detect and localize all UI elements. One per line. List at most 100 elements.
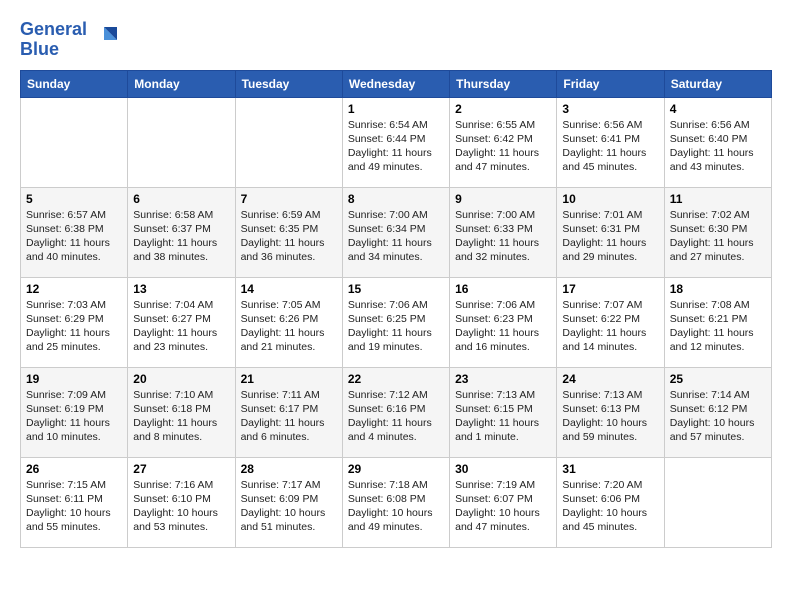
day-detail: Sunrise: 7:18 AM Sunset: 6:08 PM Dayligh… xyxy=(348,478,444,535)
week-row-2: 5Sunrise: 6:57 AM Sunset: 6:38 PM Daylig… xyxy=(21,187,772,277)
day-number: 24 xyxy=(562,372,658,386)
calendar-cell: 16 Sunrise: 7:06 AM Sunset: 6:23 PM Dayli… xyxy=(450,277,557,367)
day-detail: Sunrise: 7:14 AM Sunset: 6:12 PM Dayligh… xyxy=(670,388,766,445)
calendar-cell xyxy=(664,457,771,547)
day-number: 14 xyxy=(241,282,337,296)
calendar-cell: 31 Sunrise: 7:20 AM Sunset: 6:06 PM Dayli… xyxy=(557,457,664,547)
calendar-cell: 11 Sunrise: 7:02 AM Sunset: 6:30 PM Dayli… xyxy=(664,187,771,277)
day-header-saturday: Saturday xyxy=(664,70,771,97)
calendar-cell: 26 Sunrise: 7:15 AM Sunset: 6:11 PM Dayli… xyxy=(21,457,128,547)
day-detail: Sunrise: 6:54 AM Sunset: 6:44 PM Dayligh… xyxy=(348,118,444,175)
day-detail: Sunrise: 7:10 AM Sunset: 6:18 PM Dayligh… xyxy=(133,388,229,445)
calendar-cell: 28 Sunrise: 7:17 AM Sunset: 6:09 PM Dayli… xyxy=(235,457,342,547)
calendar-cell: 30 Sunrise: 7:19 AM Sunset: 6:07 PM Dayli… xyxy=(450,457,557,547)
day-number: 2 xyxy=(455,102,551,116)
day-detail: Sunrise: 7:19 AM Sunset: 6:07 PM Dayligh… xyxy=(455,478,551,535)
day-number: 30 xyxy=(455,462,551,476)
logo-text: GeneralBlue xyxy=(20,20,87,60)
day-number: 7 xyxy=(241,192,337,206)
day-detail: Sunrise: 7:16 AM Sunset: 6:10 PM Dayligh… xyxy=(133,478,229,535)
day-number: 13 xyxy=(133,282,229,296)
day-detail: Sunrise: 7:09 AM Sunset: 6:19 PM Dayligh… xyxy=(26,388,122,445)
header-row: SundayMondayTuesdayWednesdayThursdayFrid… xyxy=(21,70,772,97)
day-number: 19 xyxy=(26,372,122,386)
day-detail: Sunrise: 7:17 AM Sunset: 6:09 PM Dayligh… xyxy=(241,478,337,535)
day-detail: Sunrise: 7:01 AM Sunset: 6:31 PM Dayligh… xyxy=(562,208,658,265)
day-number: 8 xyxy=(348,192,444,206)
calendar-cell: 29 Sunrise: 7:18 AM Sunset: 6:08 PM Dayli… xyxy=(342,457,449,547)
day-detail: Sunrise: 7:06 AM Sunset: 6:25 PM Dayligh… xyxy=(348,298,444,355)
day-number: 29 xyxy=(348,462,444,476)
day-detail: Sunrise: 7:00 AM Sunset: 6:33 PM Dayligh… xyxy=(455,208,551,265)
day-detail: Sunrise: 7:12 AM Sunset: 6:16 PM Dayligh… xyxy=(348,388,444,445)
calendar-cell xyxy=(21,97,128,187)
calendar-table: SundayMondayTuesdayWednesdayThursdayFrid… xyxy=(20,70,772,548)
calendar-cell: 7 Sunrise: 6:59 AM Sunset: 6:35 PM Daylig… xyxy=(235,187,342,277)
calendar-cell: 21 Sunrise: 7:11 AM Sunset: 6:17 PM Dayli… xyxy=(235,367,342,457)
day-number: 4 xyxy=(670,102,766,116)
week-row-1: 1 Sunrise: 6:54 AM Sunset: 6:44 PM Daylig… xyxy=(21,97,772,187)
calendar-cell: 18Sunrise: 7:08 AM Sunset: 6:21 PM Dayli… xyxy=(664,277,771,367)
day-detail: Sunrise: 7:07 AM Sunset: 6:22 PM Dayligh… xyxy=(562,298,658,355)
calendar-cell: 20Sunrise: 7:10 AM Sunset: 6:18 PM Dayli… xyxy=(128,367,235,457)
day-header-friday: Friday xyxy=(557,70,664,97)
day-number: 23 xyxy=(455,372,551,386)
calendar-header: GeneralBlue xyxy=(20,20,772,60)
day-number: 11 xyxy=(670,192,766,206)
day-number: 10 xyxy=(562,192,658,206)
calendar-cell xyxy=(235,97,342,187)
day-number: 16 xyxy=(455,282,551,296)
calendar-cell: 22 Sunrise: 7:12 AM Sunset: 6:16 PM Dayli… xyxy=(342,367,449,457)
calendar-cell: 27 Sunrise: 7:16 AM Sunset: 6:10 PM Dayli… xyxy=(128,457,235,547)
calendar-cell: 13 Sunrise: 7:04 AM Sunset: 6:27 PM Dayli… xyxy=(128,277,235,367)
day-number: 22 xyxy=(348,372,444,386)
day-header-tuesday: Tuesday xyxy=(235,70,342,97)
day-number: 25 xyxy=(670,372,766,386)
calendar-cell: 10 Sunrise: 7:01 AM Sunset: 6:31 PM Dayli… xyxy=(557,187,664,277)
day-detail: Sunrise: 7:04 AM Sunset: 6:27 PM Dayligh… xyxy=(133,298,229,355)
day-header-sunday: Sunday xyxy=(21,70,128,97)
week-row-3: 12Sunrise: 7:03 AM Sunset: 6:29 PM Dayli… xyxy=(21,277,772,367)
calendar-cell: 19 Sunrise: 7:09 AM Sunset: 6:19 PM Dayli… xyxy=(21,367,128,457)
day-number: 5 xyxy=(26,192,122,206)
calendar-cell: 3Sunrise: 6:56 AM Sunset: 6:41 PM Daylig… xyxy=(557,97,664,187)
day-detail: Sunrise: 7:20 AM Sunset: 6:06 PM Dayligh… xyxy=(562,478,658,535)
calendar-cell: 2 Sunrise: 6:55 AM Sunset: 6:42 PM Daylig… xyxy=(450,97,557,187)
day-header-wednesday: Wednesday xyxy=(342,70,449,97)
day-detail: Sunrise: 7:00 AM Sunset: 6:34 PM Dayligh… xyxy=(348,208,444,265)
calendar-cell: 14Sunrise: 7:05 AM Sunset: 6:26 PM Dayli… xyxy=(235,277,342,367)
day-number: 12 xyxy=(26,282,122,296)
calendar-cell: 24 Sunrise: 7:13 AM Sunset: 6:13 PM Dayli… xyxy=(557,367,664,457)
day-detail: Sunrise: 6:56 AM Sunset: 6:40 PM Dayligh… xyxy=(670,118,766,175)
day-detail: Sunrise: 7:11 AM Sunset: 6:17 PM Dayligh… xyxy=(241,388,337,445)
day-detail: Sunrise: 7:13 AM Sunset: 6:13 PM Dayligh… xyxy=(562,388,658,445)
day-number: 1 xyxy=(348,102,444,116)
logo-bird-icon xyxy=(89,25,119,55)
calendar-cell: 6Sunrise: 6:58 AM Sunset: 6:37 PM Daylig… xyxy=(128,187,235,277)
calendar-cell: 9Sunrise: 7:00 AM Sunset: 6:33 PM Daylig… xyxy=(450,187,557,277)
day-number: 3 xyxy=(562,102,658,116)
day-number: 17 xyxy=(562,282,658,296)
day-number: 31 xyxy=(562,462,658,476)
day-number: 27 xyxy=(133,462,229,476)
day-number: 21 xyxy=(241,372,337,386)
calendar-cell: 17 Sunrise: 7:07 AM Sunset: 6:22 PM Dayli… xyxy=(557,277,664,367)
day-number: 15 xyxy=(348,282,444,296)
calendar-cell: 1 Sunrise: 6:54 AM Sunset: 6:44 PM Daylig… xyxy=(342,97,449,187)
day-number: 28 xyxy=(241,462,337,476)
calendar-cell: 4 Sunrise: 6:56 AM Sunset: 6:40 PM Daylig… xyxy=(664,97,771,187)
day-detail: Sunrise: 7:13 AM Sunset: 6:15 PM Dayligh… xyxy=(455,388,551,445)
day-detail: Sunrise: 7:06 AM Sunset: 6:23 PM Dayligh… xyxy=(455,298,551,355)
day-detail: Sunrise: 6:59 AM Sunset: 6:35 PM Dayligh… xyxy=(241,208,337,265)
calendar-cell: 23 Sunrise: 7:13 AM Sunset: 6:15 PM Dayli… xyxy=(450,367,557,457)
day-number: 26 xyxy=(26,462,122,476)
calendar-cell: 5Sunrise: 6:57 AM Sunset: 6:38 PM Daylig… xyxy=(21,187,128,277)
day-header-monday: Monday xyxy=(128,70,235,97)
day-detail: Sunrise: 7:15 AM Sunset: 6:11 PM Dayligh… xyxy=(26,478,122,535)
week-row-5: 26 Sunrise: 7:15 AM Sunset: 6:11 PM Dayli… xyxy=(21,457,772,547)
calendar-cell xyxy=(128,97,235,187)
day-detail: Sunrise: 6:55 AM Sunset: 6:42 PM Dayligh… xyxy=(455,118,551,175)
day-detail: Sunrise: 6:58 AM Sunset: 6:37 PM Dayligh… xyxy=(133,208,229,265)
day-detail: Sunrise: 7:02 AM Sunset: 6:30 PM Dayligh… xyxy=(670,208,766,265)
logo: GeneralBlue xyxy=(20,20,119,60)
